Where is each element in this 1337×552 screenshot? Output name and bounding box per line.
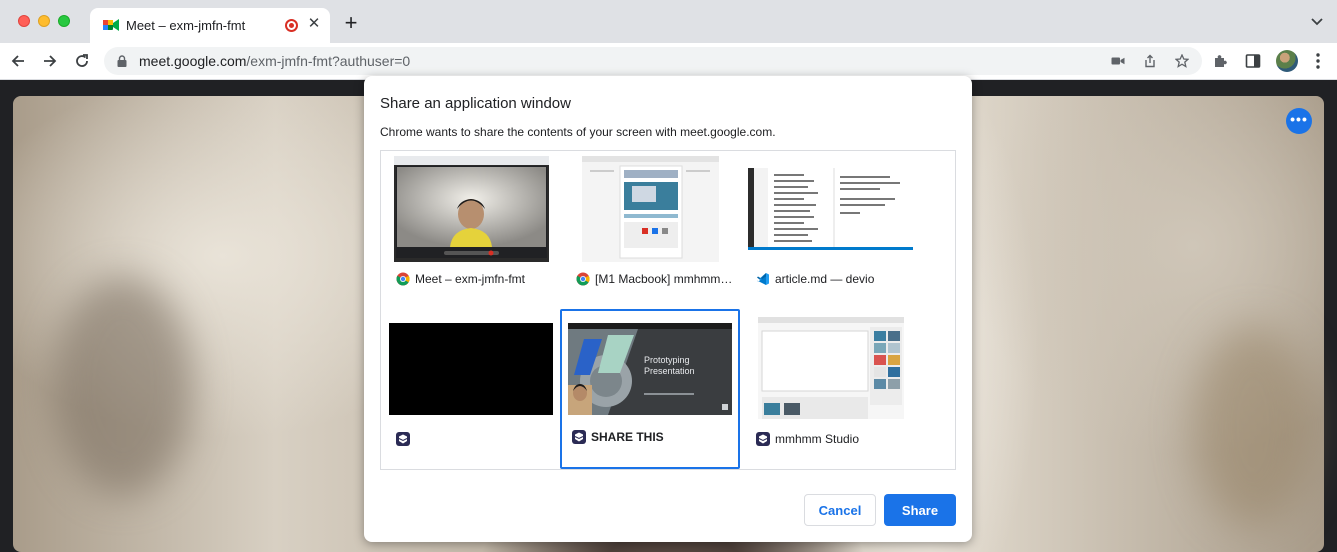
mmhmm-icon	[572, 430, 586, 444]
window-label: article.md — devio	[756, 271, 874, 287]
window-label: mmhmm Studio	[756, 431, 859, 447]
address-bar[interactable]: meet.google.com/exm-jmfn-fmt?authuser=0	[104, 47, 1202, 75]
google-meet-icon	[103, 19, 119, 31]
browser-tab-meet[interactable]: Meet – exm-jmfn-fmt ✕	[90, 8, 330, 43]
window-label	[396, 431, 415, 447]
dialog-description: Chrome wants to share the contents of yo…	[380, 125, 776, 139]
lock-icon[interactable]	[117, 55, 127, 67]
window-label-text: mmhmm Studio	[775, 432, 860, 446]
window-thumbnail	[389, 323, 553, 415]
window-thumbnail	[748, 168, 913, 250]
bookmark-star-icon[interactable]	[1175, 54, 1189, 68]
cancel-button[interactable]: Cancel	[804, 494, 876, 526]
window-item-article-md[interactable]: article.md — devio	[744, 151, 924, 311]
back-arrow-icon[interactable]	[9, 52, 27, 70]
vscode-icon	[757, 273, 769, 285]
window-thumbnail	[758, 317, 904, 419]
url-host: meet.google.com	[139, 53, 247, 69]
recording-icon	[285, 19, 298, 32]
window-thumbnail: Prototyping Presentation	[568, 323, 732, 415]
window-grid: Meet – exm-jmfn-fmt [M1 Macbook] mmhmm… …	[380, 150, 956, 470]
extensions-puzzle-icon[interactable]	[1213, 53, 1229, 69]
reload-icon[interactable]	[73, 52, 91, 70]
forward-arrow-icon[interactable]	[41, 52, 59, 70]
profile-avatar[interactable]	[1276, 50, 1298, 72]
window-label-text: article.md — devio	[775, 272, 875, 286]
share-window-dialog: Share an application window Chrome wants…	[364, 76, 972, 542]
window-close-button[interactable]	[18, 15, 30, 27]
window-label-text: [M1 Macbook] mmhmm…	[595, 272, 733, 286]
url-path: /exm-jmfn-fmt?authuser=0	[246, 53, 411, 69]
window-item-m1-macbook[interactable]: [M1 Macbook] mmhmm…	[564, 151, 744, 311]
tab-title: Meet – exm-jmfn-fmt	[126, 18, 246, 33]
chevron-down-icon[interactable]	[1309, 16, 1325, 28]
url-text: meet.google.com/exm-jmfn-fmt?authuser=0	[139, 53, 410, 69]
window-label: Meet – exm-jmfn-fmt	[396, 271, 525, 287]
window-item-meet[interactable]: Meet – exm-jmfn-fmt	[384, 151, 564, 311]
share-page-icon[interactable]	[1143, 54, 1157, 68]
window-label-text: SHARE THIS	[591, 430, 664, 444]
mmhmm-icon	[396, 432, 410, 446]
more-options-button[interactable]: •••	[1286, 108, 1312, 134]
tab-strip: Meet – exm-jmfn-fmt ✕ +	[0, 0, 1337, 43]
chrome-icon	[576, 272, 590, 286]
window-label-text: Meet – exm-jmfn-fmt	[415, 272, 526, 286]
window-label: [M1 Macbook] mmhmm…	[576, 271, 732, 287]
window-label: SHARE THIS	[572, 429, 664, 445]
tab-close-icon[interactable]: ✕	[306, 16, 322, 32]
window-item-mmhmm-studio[interactable]: mmhmm Studio	[744, 311, 924, 471]
browser-toolbar: meet.google.com/exm-jmfn-fmt?authuser=0	[0, 43, 1337, 80]
more-vert-icon[interactable]	[1313, 52, 1323, 70]
dialog-title: Share an application window	[380, 95, 571, 112]
window-item-share-this[interactable]: Prototyping Presentation SHARE THIS	[560, 309, 740, 469]
share-button[interactable]: Share	[884, 494, 956, 526]
chrome-icon	[396, 272, 410, 286]
mmhmm-icon	[756, 432, 770, 446]
new-tab-button[interactable]: +	[341, 12, 361, 34]
window-thumbnail	[394, 156, 549, 262]
preview-line-1: Prototyping	[644, 355, 690, 365]
preview-line-2: Presentation	[644, 366, 695, 376]
side-panel-icon[interactable]	[1245, 53, 1261, 69]
window-item-mmhmm-blank[interactable]	[384, 311, 564, 471]
camera-icon[interactable]	[1111, 54, 1125, 68]
window-maximize-button[interactable]	[58, 15, 70, 27]
video-blur-shape	[53, 276, 193, 496]
window-minimize-button[interactable]	[38, 15, 50, 27]
window-thumbnail	[582, 156, 719, 262]
video-blur-shape	[1193, 326, 1313, 526]
